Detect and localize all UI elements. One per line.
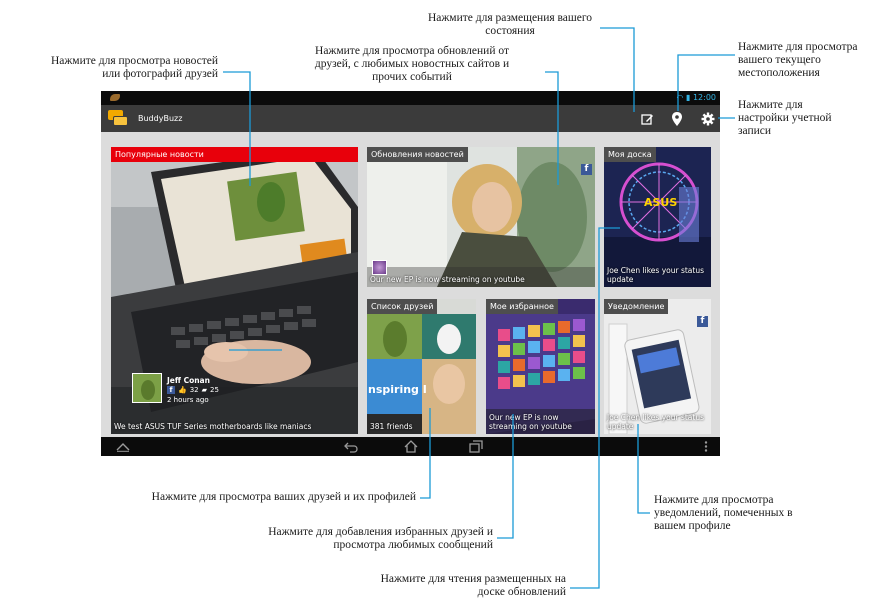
post-counts: f 👍 32 ▰ 25 (167, 386, 219, 394)
notifications-caption: Joe Chen likes your status update (607, 413, 704, 431)
like-icon: 👍 (178, 386, 187, 394)
tablet-screen: ◠ ▮ 12:00 BuddyBuzz Популярные новости J… (101, 91, 720, 456)
news-updates-image (367, 147, 595, 287)
recent-apps-icon[interactable] (468, 439, 484, 454)
facebook-icon: f (167, 386, 175, 394)
collapse-icon[interactable] (115, 439, 131, 454)
post-thumbnail (372, 260, 387, 275)
wall-sign-text: ASUS (644, 196, 677, 209)
author-name: Jeff Conan (167, 376, 210, 385)
tile-my-wall[interactable]: ASUS Моя доска Joe Chen likes your statu… (604, 147, 711, 287)
action-bar: BuddyBuzz (101, 105, 720, 132)
tile-friends-list-header: Список друзей (367, 299, 438, 314)
tile-popular-news-header: Популярные новости (111, 147, 358, 162)
callout-news-photos: Нажмите для просмотра новостей или фотог… (50, 55, 218, 80)
my-wall-caption: Joe Chen likes your status update (607, 266, 704, 284)
notification-leaf-icon (110, 94, 120, 101)
tile-friends-list[interactable]: nspiring I Список друзей 381 friends (367, 299, 476, 434)
location-pin-icon[interactable] (668, 110, 686, 128)
tile-news-updates-header: Обновления новостей (367, 147, 468, 162)
tiles-area: Популярные новости Jeff Conan f 👍 32 ▰ 2… (101, 132, 720, 437)
callout-account: Нажмите для настройки учетной записи (738, 99, 832, 137)
status-bar: ◠ ▮ 12:00 (101, 91, 720, 105)
tile-favorites-header: Мое избранное (486, 299, 558, 314)
callout-location: Нажмите для просмотра вашего текущего ме… (738, 41, 858, 79)
home-icon[interactable] (403, 439, 419, 454)
wifi-icon: ◠ (676, 93, 684, 102)
friends-count-caption: 381 friends (370, 422, 413, 431)
author-avatar (132, 373, 162, 403)
friends-sign-text: nspiring I (368, 383, 427, 396)
popular-post-meta: Jeff Conan f 👍 32 ▰ 25 2 hours ago (132, 373, 352, 405)
friends-image: nspiring I (367, 299, 476, 434)
tile-popular-news[interactable]: Популярные новости Jeff Conan f 👍 32 ▰ 2… (111, 147, 358, 434)
tile-notifications-header: Уведомление (604, 299, 669, 314)
tile-notifications[interactable]: Уведомление f Joe Chen likes your status… (604, 299, 711, 434)
popular-news-caption: We test ASUS TUF Series motherboards lik… (114, 422, 312, 431)
callout-post-status: Нажмите для размещения вашего состояния (427, 12, 593, 37)
status-right: ◠ ▮ 12:00 (676, 92, 716, 104)
callout-notifications: Нажмите для просмотра уведомлений, помеч… (654, 494, 793, 532)
tile-news-updates[interactable]: Обновления новостей f Our new EP is now … (367, 147, 595, 287)
tile-my-wall-header: Моя доска (604, 147, 656, 162)
callout-news-updates: Нажмите для просмотра обновлений от друз… (314, 45, 510, 83)
app-title: BuddyBuzz (138, 114, 183, 123)
tile-favorites[interactable]: Мое избранное Our new EP is now streamin… (486, 299, 595, 434)
buddybuzz-app-icon[interactable] (108, 110, 128, 126)
battery-icon: ▮ (685, 93, 691, 102)
likes-count: 32 (189, 386, 199, 394)
news-updates-caption: Our new EP is now streaming on youtube (370, 275, 525, 284)
callout-friends: Нажмите для просмотра ваших друзей и их … (151, 491, 416, 503)
callout-wall: Нажмите для чтения размещенных на доске … (380, 573, 566, 598)
comments-icon: ▰ (201, 386, 208, 394)
edit-status-icon[interactable] (638, 110, 656, 128)
status-time: 12:00 (692, 93, 716, 102)
favorites-caption: Our new EP is now streaming on youtube (489, 413, 572, 431)
overflow-menu-icon[interactable] (698, 439, 714, 454)
navigation-bar (101, 437, 720, 456)
callout-favorites: Нажмите для добавления избранных друзей … (268, 526, 493, 551)
facebook-badge-icon: f (697, 316, 708, 327)
back-icon[interactable] (343, 439, 359, 454)
comments-count: 25 (210, 386, 219, 394)
post-time: 2 hours ago (167, 396, 209, 404)
settings-gear-icon[interactable] (699, 110, 717, 128)
facebook-badge-icon: f (581, 164, 592, 175)
